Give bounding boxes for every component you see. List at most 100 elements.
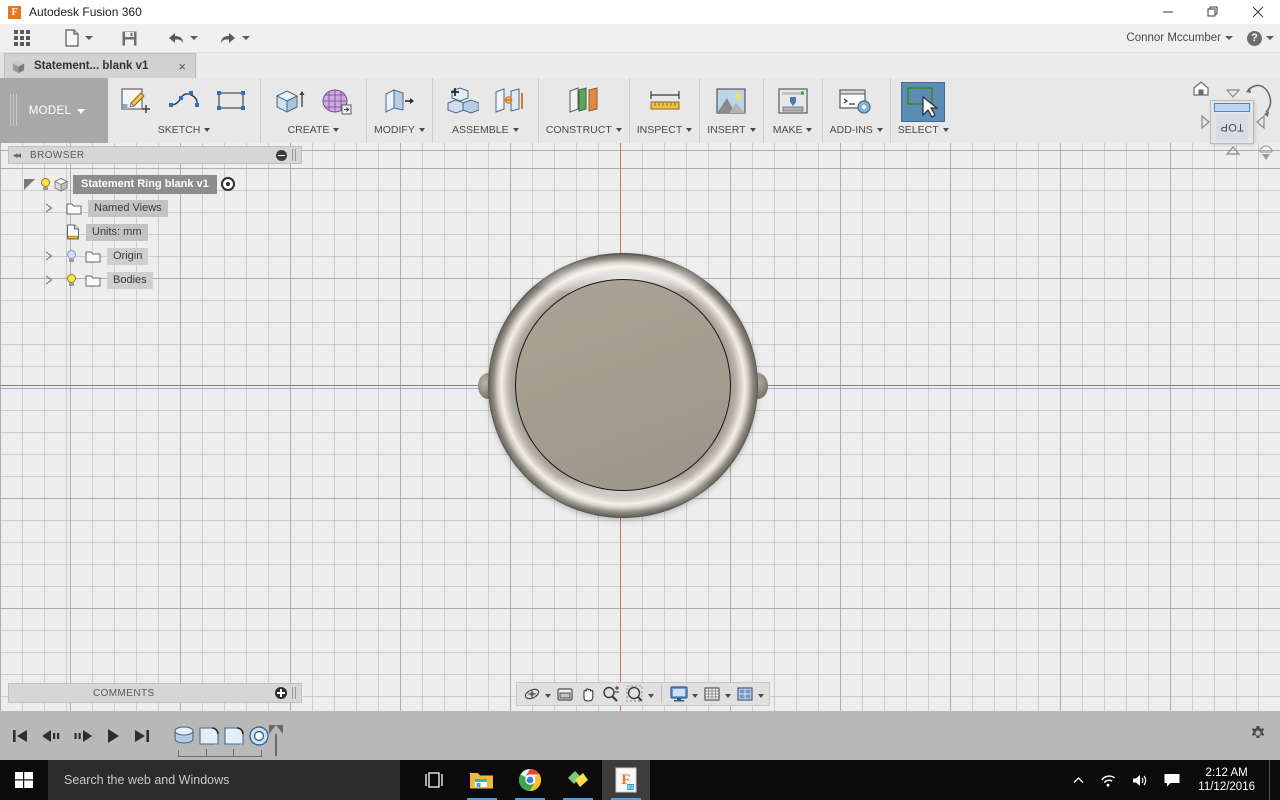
pan-button[interactable] [577,683,599,705]
taskbar-search-box[interactable]: Search the web and Windows [48,760,400,800]
fillet-feature-icon[interactable] [197,724,221,748]
ribbon-group-caption[interactable]: INSPECT [637,124,693,136]
go-to-beginning-button[interactable] [10,727,30,745]
chevron-down-icon[interactable] [648,693,654,698]
timeline-marker[interactable] [269,724,283,756]
volume-button[interactable] [1124,773,1156,788]
ribbon-group-caption[interactable]: CONSTRUCT [546,124,622,136]
show-desktop-button[interactable] [1269,760,1274,800]
help-icon[interactable]: ? [1247,30,1262,46]
activate-component-icon[interactable] [220,177,235,191]
panel-grip[interactable] [292,687,297,699]
file-explorer-button[interactable] [458,760,506,800]
timeline-settings-button[interactable] [1248,723,1268,748]
offset-plane-button[interactable] [562,82,606,122]
expand-toggle[interactable] [20,178,38,190]
chevron-down-icon[interactable] [692,693,698,698]
select-tool-button[interactable] [901,82,946,122]
ribbon-group-caption[interactable]: INSERT [707,124,756,136]
ring-blank-body[interactable] [478,253,768,518]
taskbar-clock[interactable]: 2:12 AM 11/12/2016 [1188,766,1265,794]
view-cube[interactable]: TOP [1188,74,1276,166]
display-settings-button[interactable] [667,683,700,705]
scripts-addins-button[interactable] [834,82,878,122]
ribbon-group-caption[interactable]: SELECT [898,124,949,136]
insert-image-button[interactable] [709,82,753,122]
tree-row-origin[interactable]: Origin [8,244,302,268]
step-back-button[interactable] [40,727,62,745]
chevron-down-icon[interactable] [1225,36,1233,40]
close-icon[interactable]: × [175,59,189,74]
visibility-bulb-icon[interactable] [38,177,53,192]
workspace-selector[interactable]: MODEL [0,78,108,143]
create-sketch-button[interactable] [115,82,159,122]
redo-button[interactable] [213,24,255,52]
ribbon-group-caption[interactable]: SKETCH [158,124,211,136]
chevron-down-icon[interactable] [545,693,551,698]
wifi-button[interactable] [1092,773,1124,788]
tree-row-named-views[interactable]: Named Views [8,196,302,220]
orbit-button[interactable] [520,683,553,705]
extrude-feature-icon[interactable] [172,724,196,748]
save-button[interactable] [116,24,143,52]
chevron-down-icon[interactable] [725,693,731,698]
ribbon-group-caption[interactable]: MAKE [773,124,813,136]
sketch-rectangle-button[interactable] [209,82,253,122]
ribbon-group-caption[interactable]: ADD-INS [830,124,883,136]
action-center-button[interactable] [1156,772,1188,788]
minimize-button[interactable] [1145,0,1190,24]
user-name-label[interactable]: Connor Mccumber [1126,32,1221,44]
3d-print-button[interactable] [771,82,815,122]
panel-grip[interactable] [292,149,297,161]
data-panel-button[interactable] [0,24,35,52]
visibility-bulb-icon[interactable] [64,273,79,288]
create-form-button[interactable] [315,82,359,122]
add-comment-icon[interactable] [275,687,287,699]
sticky-notes-button[interactable] [554,760,602,800]
expand-toggle[interactable] [40,275,58,285]
chevron-down-icon[interactable] [1266,36,1274,40]
zoom-window-button[interactable] [623,683,656,705]
comments-panel[interactable]: COMMENTS [8,683,302,703]
expand-toggle[interactable] [40,251,58,261]
measure-button[interactable] [643,82,687,122]
look-at-button[interactable] [553,683,577,705]
fusion-360-button[interactable]: F 360 [602,760,650,800]
sketch-spline-button[interactable] [162,82,206,122]
ribbon-group-caption[interactable]: CREATE [288,124,340,136]
tree-row-root[interactable]: Statement Ring blank v1 [8,172,302,196]
minimize-panel-icon[interactable] [276,149,287,161]
google-chrome-button[interactable] [506,760,554,800]
tree-row-units[interactable]: Units: mm [8,220,302,244]
show-hidden-icons-button[interactable] [1065,774,1092,787]
go-to-end-button[interactable] [132,727,152,745]
joint-button[interactable] [487,82,531,122]
task-view-button[interactable] [410,760,458,800]
ribbon-group-caption[interactable]: ASSEMBLE [452,124,519,136]
play-button[interactable] [104,727,122,745]
grid-snaps-button[interactable] [700,683,733,705]
new-component-button[interactable] [440,82,484,122]
press-pull-button[interactable] [377,82,421,122]
collapse-panel-icon[interactable]: ◂◂ [13,150,21,161]
tree-row-bodies[interactable]: Bodies [8,268,302,292]
ribbon-group-caption[interactable]: MODIFY [374,124,425,136]
restore-button[interactable] [1190,0,1235,24]
expand-toggle[interactable] [40,203,58,213]
viewcube-box[interactable]: TOP [1210,100,1254,144]
viewport-layout-button[interactable] [733,683,766,705]
undo-button[interactable] [161,24,203,52]
fillet-feature-icon[interactable] [222,724,246,748]
viewcube-face[interactable]: TOP [1216,114,1248,140]
hole-feature-icon[interactable] [247,724,271,748]
chevron-down-icon[interactable] [758,693,764,698]
close-button[interactable] [1235,0,1280,24]
viewcube-top-edge[interactable] [1214,103,1250,112]
visibility-bulb-icon[interactable] [64,249,79,264]
document-tab[interactable]: Statement... blank v1 × [4,53,196,78]
windows-start-button[interactable] [0,760,48,800]
step-forward-button[interactable] [72,727,94,745]
new-document-button[interactable] [59,24,98,52]
extrude-button[interactable] [268,82,312,122]
zoom-button[interactable] [599,683,623,705]
